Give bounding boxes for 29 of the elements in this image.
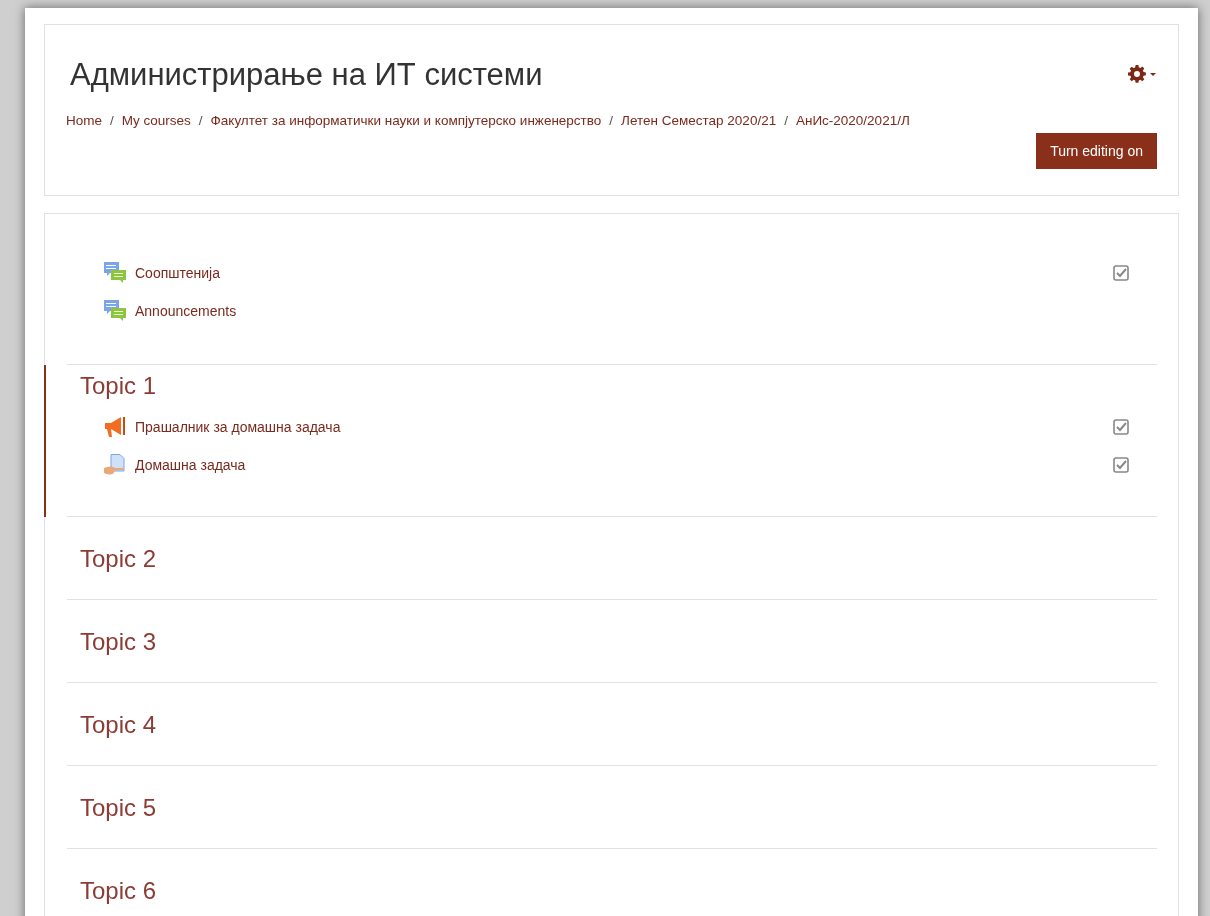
breadcrumb-separator: / — [784, 113, 788, 128]
completion-checkbox[interactable] — [1113, 457, 1129, 473]
activity-link[interactable]: Announcements — [135, 303, 1129, 319]
activity-link[interactable]: Прашалник за домашна задача — [135, 419, 1113, 435]
completion-checkbox[interactable] — [1113, 419, 1129, 435]
breadcrumb-link[interactable]: Летен Семестар 2020/21 — [621, 113, 777, 128]
course-title: Администрирање на ИТ системи — [70, 57, 543, 93]
activity-link[interactable]: Домашна задача — [135, 457, 1113, 473]
section-title[interactable]: Topic 2 — [80, 544, 1157, 573]
breadcrumb-separator: / — [609, 113, 614, 128]
chat-bubbles-icon — [103, 261, 127, 285]
breadcrumb-link[interactable]: Факултет за информатички науки и компјутерско инженерство — [210, 113, 602, 128]
turn-editing-on-button[interactable]: Turn editing on — [1036, 133, 1157, 169]
chat-bubbles-icon — [103, 299, 127, 323]
breadcrumb-link[interactable]: My courses — [121, 113, 191, 128]
breadcrumb-link[interactable]: Home — [66, 113, 102, 128]
breadcrumb-link[interactable]: АнИс-2020/2021/Л — [795, 113, 910, 128]
section-title[interactable]: Topic 6 — [80, 876, 1157, 905]
section-title[interactable]: Topic 4 — [80, 710, 1157, 739]
settings-menu-button[interactable] — [1127, 64, 1157, 84]
breadcrumb-separator: / — [198, 113, 203, 128]
section-title[interactable]: Topic 5 — [80, 793, 1157, 822]
section-title[interactable]: Topic 1 — [80, 371, 1157, 400]
breadcrumb-separator: / — [110, 113, 114, 128]
section-title[interactable]: Topic 3 — [80, 627, 1157, 656]
megaphone-icon — [103, 415, 127, 439]
activity-link[interactable]: Соопштенија — [135, 265, 1113, 281]
completion-checkbox[interactable] — [1113, 265, 1129, 281]
hand-with-document-icon — [103, 453, 127, 477]
